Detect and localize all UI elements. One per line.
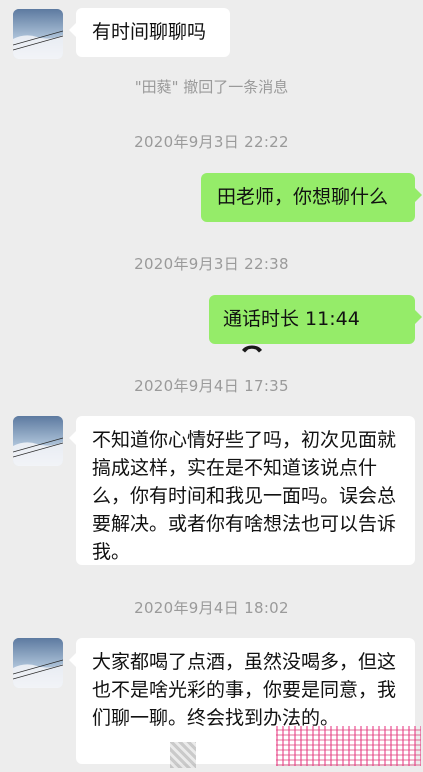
sky-photo-icon bbox=[13, 9, 63, 59]
sky-photo-icon bbox=[13, 416, 63, 466]
message-text: 不知道你心情好些了吗，初次见面就搞成这样，实在是不知道该说点什么，你有时间和我见… bbox=[92, 429, 397, 563]
timestamp: 2020年9月3日 22:38 bbox=[134, 255, 289, 273]
timestamp: 2020年9月3日 22:22 bbox=[134, 133, 289, 151]
contact-avatar[interactable] bbox=[13, 9, 63, 59]
contact-avatar[interactable] bbox=[13, 638, 63, 688]
message-text: 有时间聊聊吗 bbox=[92, 21, 207, 43]
contact-avatar[interactable] bbox=[13, 416, 63, 466]
message-bubble-incoming[interactable]: 有时间聊聊吗 bbox=[69, 8, 230, 57]
phone-hangup-icon bbox=[241, 334, 263, 362]
timestamp: 2020年9月4日 18:02 bbox=[134, 599, 289, 617]
message-text: 田老师，你想聊什么 bbox=[217, 186, 389, 208]
watermark-artifact bbox=[276, 726, 421, 766]
call-duration-text: 通话时长 11:44 bbox=[223, 308, 360, 330]
blurred-artifact bbox=[170, 742, 196, 768]
message-bubble-outgoing[interactable]: 田老师，你想聊什么 bbox=[201, 173, 422, 222]
sky-photo-icon bbox=[13, 638, 63, 688]
call-record-bubble[interactable]: 通话时长 11:44 bbox=[209, 295, 422, 352]
recall-notice: "田蕤" 撤回了一条消息 bbox=[134, 78, 289, 96]
message-text: 大家都喝了点酒，虽然没喝多，但这也不是啥光彩的事，你要是同意，我们聊一聊。终会找… bbox=[92, 651, 397, 729]
message-bubble-incoming[interactable]: 不知道你心情好些了吗，初次见面就搞成这样，实在是不知道该说点什么，你有时间和我见… bbox=[69, 416, 415, 565]
timestamp: 2020年9月4日 17:35 bbox=[134, 377, 289, 395]
